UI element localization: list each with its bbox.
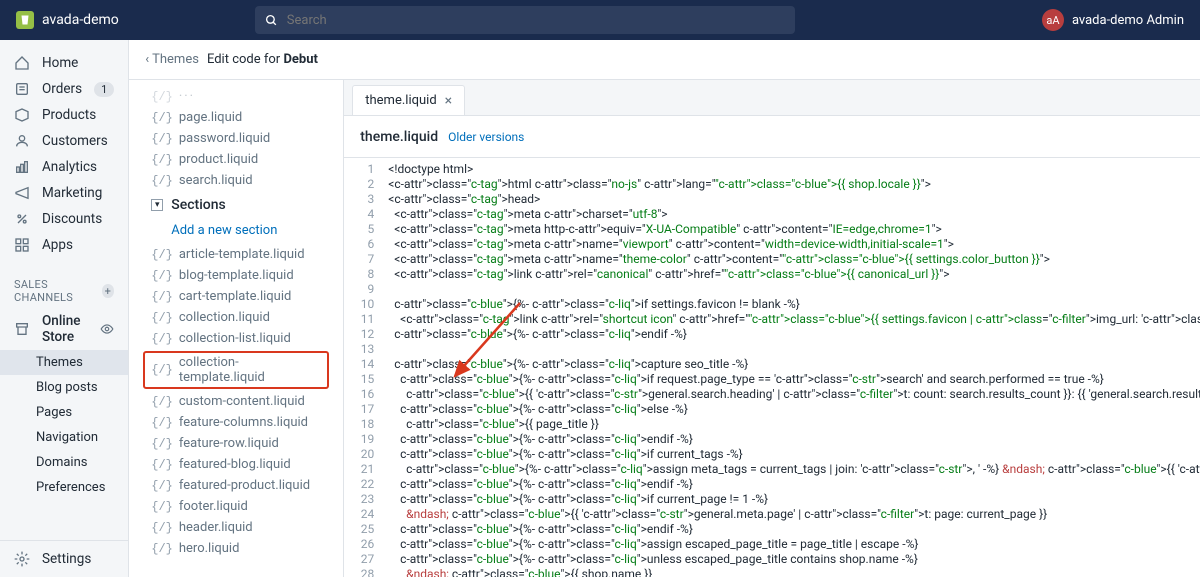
file-search-liquid[interactable]: {/}search.liquid [129, 170, 343, 191]
user-menu[interactable]: aA avada-demo Admin [1042, 9, 1184, 31]
back-themes-link[interactable]: ‹ Themes [145, 52, 199, 67]
liquid-icon: {/} [151, 479, 173, 493]
file-collection-list-liquid[interactable]: {/}collection-list.liquid [129, 328, 343, 349]
user-name: avada-demo Admin [1072, 13, 1184, 28]
line-gutter: 1234567891011121314151617181920212223242… [344, 158, 380, 577]
left-nav: HomeOrders1ProductsCustomersAnalyticsMar… [0, 40, 129, 577]
liquid-icon: {/} [151, 437, 173, 451]
sales-channels-header: SALES CHANNELS + [0, 268, 128, 308]
subnav-navigation[interactable]: Navigation [0, 425, 128, 450]
nav-marketing[interactable]: Marketing [0, 180, 128, 206]
gear-icon [14, 551, 30, 567]
channel-online-store[interactable]: Online Store [0, 308, 128, 350]
breadcrumb-title: Edit code for Debut [207, 52, 318, 67]
home-icon [14, 55, 30, 71]
nav-products[interactable]: Products [0, 102, 128, 128]
tab-bar: theme.liquid × [344, 80, 1200, 116]
file-list: {/}···{/}page.liquid{/}password.liquid{/… [129, 80, 344, 577]
file-featured-product-liquid[interactable]: {/}featured-product.liquid [129, 475, 343, 496]
file-custom-content-liquid[interactable]: {/}custom-content.liquid [129, 391, 343, 412]
file-feature-row-liquid[interactable]: {/}feature-row.liquid [129, 433, 343, 454]
orders-icon [14, 81, 30, 97]
liquid-icon: {/} [151, 521, 173, 535]
file-hero-liquid[interactable]: {/}hero.liquid [129, 538, 343, 559]
liquid-icon: {/} [151, 542, 173, 556]
orders-badge: 1 [94, 82, 114, 97]
file-tab[interactable]: theme.liquid × [352, 85, 465, 115]
analytics-icon [14, 159, 30, 175]
liquid-icon: {/} [151, 153, 173, 167]
file-footer-liquid[interactable]: {/}footer.liquid [129, 496, 343, 517]
liquid-icon: {/} [151, 269, 173, 283]
products-icon [14, 107, 30, 123]
subnav-domains[interactable]: Domains [0, 450, 128, 475]
subnav-pages[interactable]: Pages [0, 400, 128, 425]
search-wrap [255, 6, 795, 34]
eye-icon[interactable] [100, 322, 114, 336]
nav-customers[interactable]: Customers [0, 128, 128, 154]
apps-icon [14, 237, 30, 253]
store-logo-area[interactable]: avada-demo [16, 11, 119, 29]
liquid-icon: {/} [151, 332, 173, 346]
shopify-logo-icon [16, 11, 34, 29]
file-feature-columns-liquid[interactable]: {/}feature-columns.liquid [129, 412, 343, 433]
subnav-themes[interactable]: Themes [0, 350, 128, 375]
liquid-icon: {/} [151, 311, 173, 325]
editor: theme.liquid × theme.liquid Older versio… [344, 80, 1200, 577]
online-store-icon [14, 321, 30, 337]
nav-apps[interactable]: Apps [0, 232, 128, 258]
liquid-icon: {/} [151, 132, 173, 146]
file-password-liquid[interactable]: {/}password.liquid [129, 128, 343, 149]
subnav-blog-posts[interactable]: Blog posts [0, 375, 128, 400]
liquid-icon: {/} [151, 500, 173, 514]
nav-analytics[interactable]: Analytics [0, 154, 128, 180]
liquid-icon: {/} [151, 395, 173, 409]
nav-discounts[interactable]: Discounts [0, 206, 128, 232]
avatar: aA [1042, 9, 1064, 31]
chevron-down-icon: ▾ [151, 199, 163, 211]
top-bar: avada-demo aA avada-demo Admin [0, 0, 1200, 40]
close-icon[interactable]: × [445, 93, 452, 109]
file-cart-template-liquid[interactable]: {/}cart-template.liquid [129, 286, 343, 307]
liquid-icon: {/} [151, 174, 173, 188]
file-article-template-liquid[interactable]: {/}article-template.liquid [129, 244, 343, 265]
code-content[interactable]: <!doctype html> <c-attr">class="c-tag">h… [380, 158, 1200, 577]
file-collection-liquid[interactable]: {/}collection.liquid [129, 307, 343, 328]
customers-icon [14, 133, 30, 149]
subnav-preferences[interactable]: Preferences [0, 475, 128, 500]
liquid-icon: {/} [151, 111, 173, 125]
file-featured-blog-liquid[interactable]: {/}featured-blog.liquid [129, 454, 343, 475]
sections-header[interactable]: ▾Sections [129, 191, 343, 219]
liquid-icon: {/} [151, 248, 173, 262]
file-page-liquid[interactable]: {/}page.liquid [129, 107, 343, 128]
nav-orders[interactable]: Orders1 [0, 76, 128, 102]
add-channel-icon[interactable]: + [102, 284, 115, 298]
file-collection-template-liquid[interactable]: {/}collection-template.liquid [143, 351, 329, 389]
liquid-icon: {/} [151, 416, 173, 430]
file-blog-template-liquid[interactable]: {/}blog-template.liquid [129, 265, 343, 286]
older-versions-link[interactable]: Older versions [448, 130, 524, 144]
nav-home[interactable]: Home [0, 50, 128, 76]
discounts-icon [14, 211, 30, 227]
marketing-icon [14, 185, 30, 201]
add-section-link[interactable]: Add a new section [129, 219, 343, 244]
liquid-icon: {/} [151, 363, 173, 377]
settings-link[interactable]: Settings [0, 540, 128, 577]
liquid-icon: {/} [151, 290, 173, 304]
liquid-icon: {/} [151, 458, 173, 472]
breadcrumb: ‹ Themes Edit code for Debut Preview Cus… [129, 40, 1200, 80]
file-title: theme.liquid [360, 129, 438, 145]
search-icon [265, 14, 278, 27]
search-input[interactable] [255, 6, 795, 34]
store-name: avada-demo [42, 12, 119, 28]
file-product-liquid[interactable]: {/}product.liquid [129, 149, 343, 170]
file-header-liquid[interactable]: {/}header.liquid [129, 517, 343, 538]
